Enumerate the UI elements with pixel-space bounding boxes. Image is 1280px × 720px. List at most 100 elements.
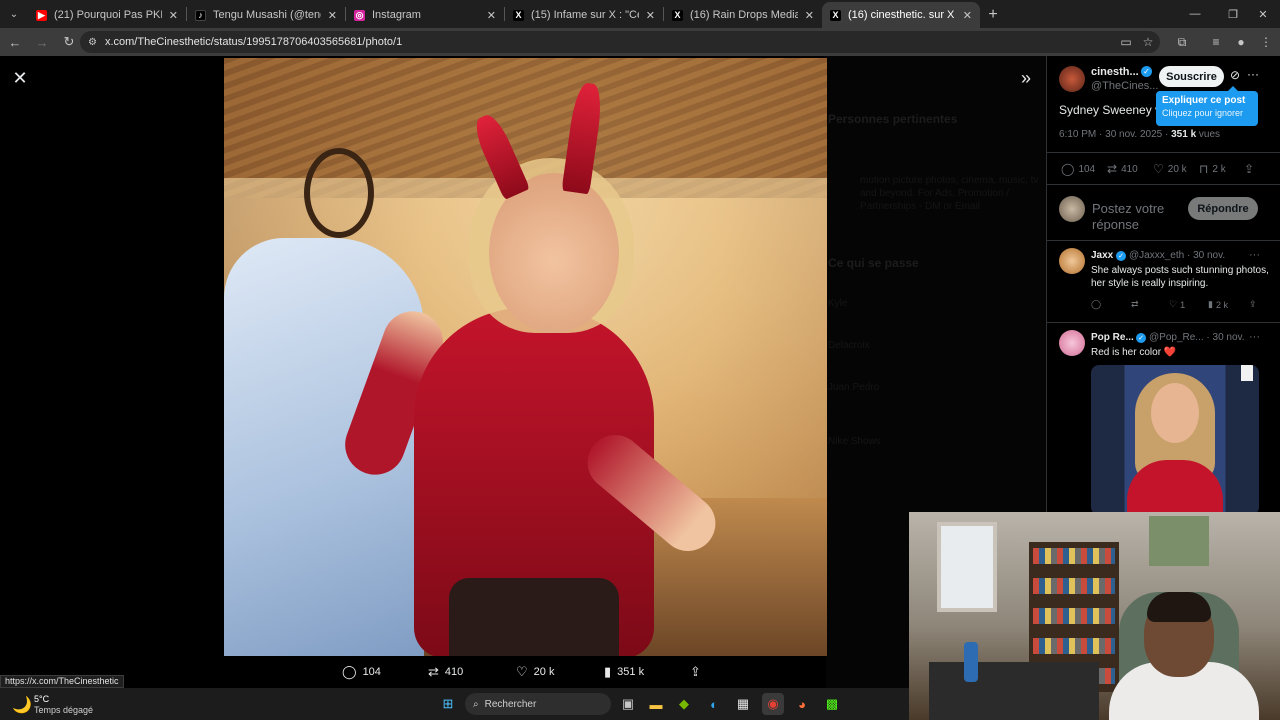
more-options-icon[interactable]: ··· xyxy=(1247,67,1259,81)
reload-icon[interactable]: ↻ xyxy=(57,30,81,54)
reply-repost-stat[interactable]: ⇄ xyxy=(1131,299,1139,310)
repost-action[interactable]: ⇄ 410 xyxy=(428,657,463,687)
task-view-icon[interactable]: ▣ xyxy=(617,693,639,715)
more-options-icon[interactable]: ··· xyxy=(1249,331,1260,343)
heart-icon: ♡ xyxy=(516,664,528,679)
close-window-icon[interactable]: ✕ xyxy=(1246,0,1280,28)
tab-x-raindrops[interactable]: X (16) Rain Drops Media sur X : "I ✕ xyxy=(664,2,822,28)
share-icon: ⇪ xyxy=(690,664,701,679)
extensions-icon[interactable]: ⧉ xyxy=(1172,32,1192,52)
more-options-icon[interactable]: ··· xyxy=(1249,249,1260,261)
taskbar-search[interactable]: ⌕ Rechercher xyxy=(465,693,611,715)
new-tab-button[interactable]: + xyxy=(980,2,1006,28)
divider xyxy=(1047,152,1280,153)
kick-icon[interactable]: ▩ xyxy=(821,693,843,715)
reply-input[interactable]: Postez votre réponse xyxy=(1092,201,1184,231)
like-action[interactable]: ♡ 20 k xyxy=(516,657,554,687)
reading-list-icon[interactable]: ≡ xyxy=(1206,32,1226,52)
share-stat[interactable]: ⇪ xyxy=(1244,162,1254,176)
store-icon[interactable]: ▦ xyxy=(732,693,754,715)
tab-bar: ⌄ ▶ (21) Pourquoi Pas PKP - YouTube ✕ ♪ … xyxy=(0,0,1280,28)
reply-views-stat[interactable]: ▮ 2 k xyxy=(1208,299,1228,310)
firefox-icon[interactable]: ◕ xyxy=(791,693,813,715)
restore-icon[interactable]: ❐ xyxy=(1216,0,1250,28)
tab-youtube[interactable]: ▶ (21) Pourquoi Pas PKP - YouTube ✕ xyxy=(28,2,186,28)
reply-action[interactable]: ◯ 104 xyxy=(342,657,381,687)
author-avatar[interactable] xyxy=(1059,66,1085,92)
shelf-row xyxy=(1033,608,1115,624)
author-handle[interactable]: @TheCines... xyxy=(1091,80,1158,92)
back-icon[interactable]: ← xyxy=(3,30,27,54)
chrome-icon[interactable]: ◉ xyxy=(762,693,784,715)
reply-avatar[interactable] xyxy=(1059,330,1085,356)
grok-explain-icon[interactable]: ⊘ xyxy=(1230,68,1240,82)
reply-author-name[interactable]: Jaxx xyxy=(1091,250,1113,261)
views-action[interactable]: ▮ 351 k xyxy=(604,657,644,687)
profile-avatar-icon[interactable]: ● xyxy=(1231,32,1251,52)
tab-label: (16) Rain Drops Media sur X : "I xyxy=(690,9,798,21)
webcam-desk xyxy=(929,662,1099,720)
photo-legs xyxy=(449,578,619,656)
tab-label: (16) cinesthetic. sur X : "Sydney xyxy=(848,9,956,21)
close-tab-icon[interactable]: ✕ xyxy=(963,9,972,22)
tab-tiktok[interactable]: ♪ Tengu Musashi (@tengumusashi) ✕ xyxy=(187,2,345,28)
like-count: 20 k xyxy=(1167,163,1187,175)
start-icon[interactable]: ⊞ xyxy=(437,693,459,715)
weather-temperature[interactable]: 5°C xyxy=(34,694,49,704)
tab-search-icon[interactable]: ⌄ xyxy=(0,0,28,28)
close-tab-icon[interactable]: ✕ xyxy=(646,9,655,22)
reply-avatar[interactable] xyxy=(1059,248,1085,274)
reply-handle-date: @Jaxxx_eth · 30 nov. xyxy=(1129,250,1226,261)
menu-icon[interactable]: ⋮ xyxy=(1256,32,1276,52)
reply-stat[interactable]: ◯ 104 xyxy=(1061,162,1095,176)
address-bar[interactable]: ⚙ x.com/TheCinesthetic/status/1995178706… xyxy=(80,31,1160,53)
reply-submit-button[interactable]: Répondre xyxy=(1188,197,1258,220)
search-icon: ⌕ xyxy=(473,698,479,710)
subscribe-button[interactable]: Souscrire xyxy=(1159,66,1224,87)
reply-share-stat[interactable]: ⇪ xyxy=(1249,299,1257,310)
shelf-row xyxy=(1033,578,1115,594)
verified-badge-icon: ✓ xyxy=(1136,333,1146,343)
reply-icon: ◯ xyxy=(342,664,357,679)
nvidia-icon[interactable]: ◆ xyxy=(673,693,695,715)
close-tab-icon[interactable]: ✕ xyxy=(805,9,814,22)
explain-post-tooltip[interactable]: Expliquer ce post Cliquez pour ignorer xyxy=(1156,86,1258,126)
author-name[interactable]: cinesth... xyxy=(1091,66,1139,78)
like-stat[interactable]: ♡ 20 k xyxy=(1153,162,1187,176)
current-user-avatar[interactable] xyxy=(1059,196,1085,222)
weather-description[interactable]: Temps dégagé xyxy=(34,705,93,715)
reply-item[interactable]: Jaxx ✓ @Jaxxx_eth · 30 nov. ··· She alwa… xyxy=(1047,240,1280,322)
repost-stat[interactable]: ⇄ 410 xyxy=(1107,162,1138,176)
webcam-window xyxy=(937,522,997,612)
repost-count: 410 xyxy=(444,666,464,678)
verified-badge-icon: ✓ xyxy=(1141,66,1152,77)
cast-icon[interactable]: ▭ xyxy=(1116,32,1136,52)
tab-instagram[interactable]: ◎ Instagram ✕ xyxy=(346,2,504,28)
reply-like-stat[interactable]: ♡ 1 xyxy=(1169,299,1185,310)
site-info-icon[interactable]: ⚙ xyxy=(88,37,97,48)
reply-image[interactable] xyxy=(1091,365,1259,515)
weather-moon-icon[interactable]: 🌙 xyxy=(12,695,32,715)
image-corner xyxy=(1241,365,1253,381)
share-action[interactable]: ⇪ xyxy=(690,657,701,687)
tooltip-title: Expliquer ce post xyxy=(1162,95,1246,106)
minimize-icon[interactable]: — xyxy=(1178,0,1212,28)
edge-icon[interactable]: ◐ xyxy=(703,693,725,715)
tab-x-cinesthetic[interactable]: X (16) cinesthetic. sur X : "Sydney ✕ xyxy=(822,2,980,28)
bookmark-star-icon[interactable]: ☆ xyxy=(1138,32,1158,52)
forward-icon[interactable]: → xyxy=(30,30,54,54)
reply-author-name[interactable]: Pop Re... xyxy=(1091,332,1134,343)
collapse-panel-button[interactable]: » xyxy=(1014,66,1038,90)
post-photo[interactable] xyxy=(224,58,827,656)
status-url: https://x.com/TheCinesthetic xyxy=(0,675,124,688)
post-timestamp[interactable]: 6:10 PM · 30 nov. 2025 · xyxy=(1059,129,1171,140)
close-tab-icon[interactable]: ✕ xyxy=(487,9,496,22)
bookmark-stat[interactable]: ⊓ 2 k xyxy=(1199,162,1226,176)
reply-comment-stat[interactable]: ◯ xyxy=(1091,299,1101,310)
file-explorer-icon[interactable]: ▬ xyxy=(645,693,667,715)
tab-x-infame[interactable]: X (15) Infame sur X : "Ce youtubeur ✕ xyxy=(505,2,663,28)
close-viewer-button[interactable]: ✕ xyxy=(8,66,32,90)
close-tab-icon[interactable]: ✕ xyxy=(169,9,178,22)
ghost-trend: Nike Shows xyxy=(828,436,881,447)
close-tab-icon[interactable]: ✕ xyxy=(328,9,337,22)
